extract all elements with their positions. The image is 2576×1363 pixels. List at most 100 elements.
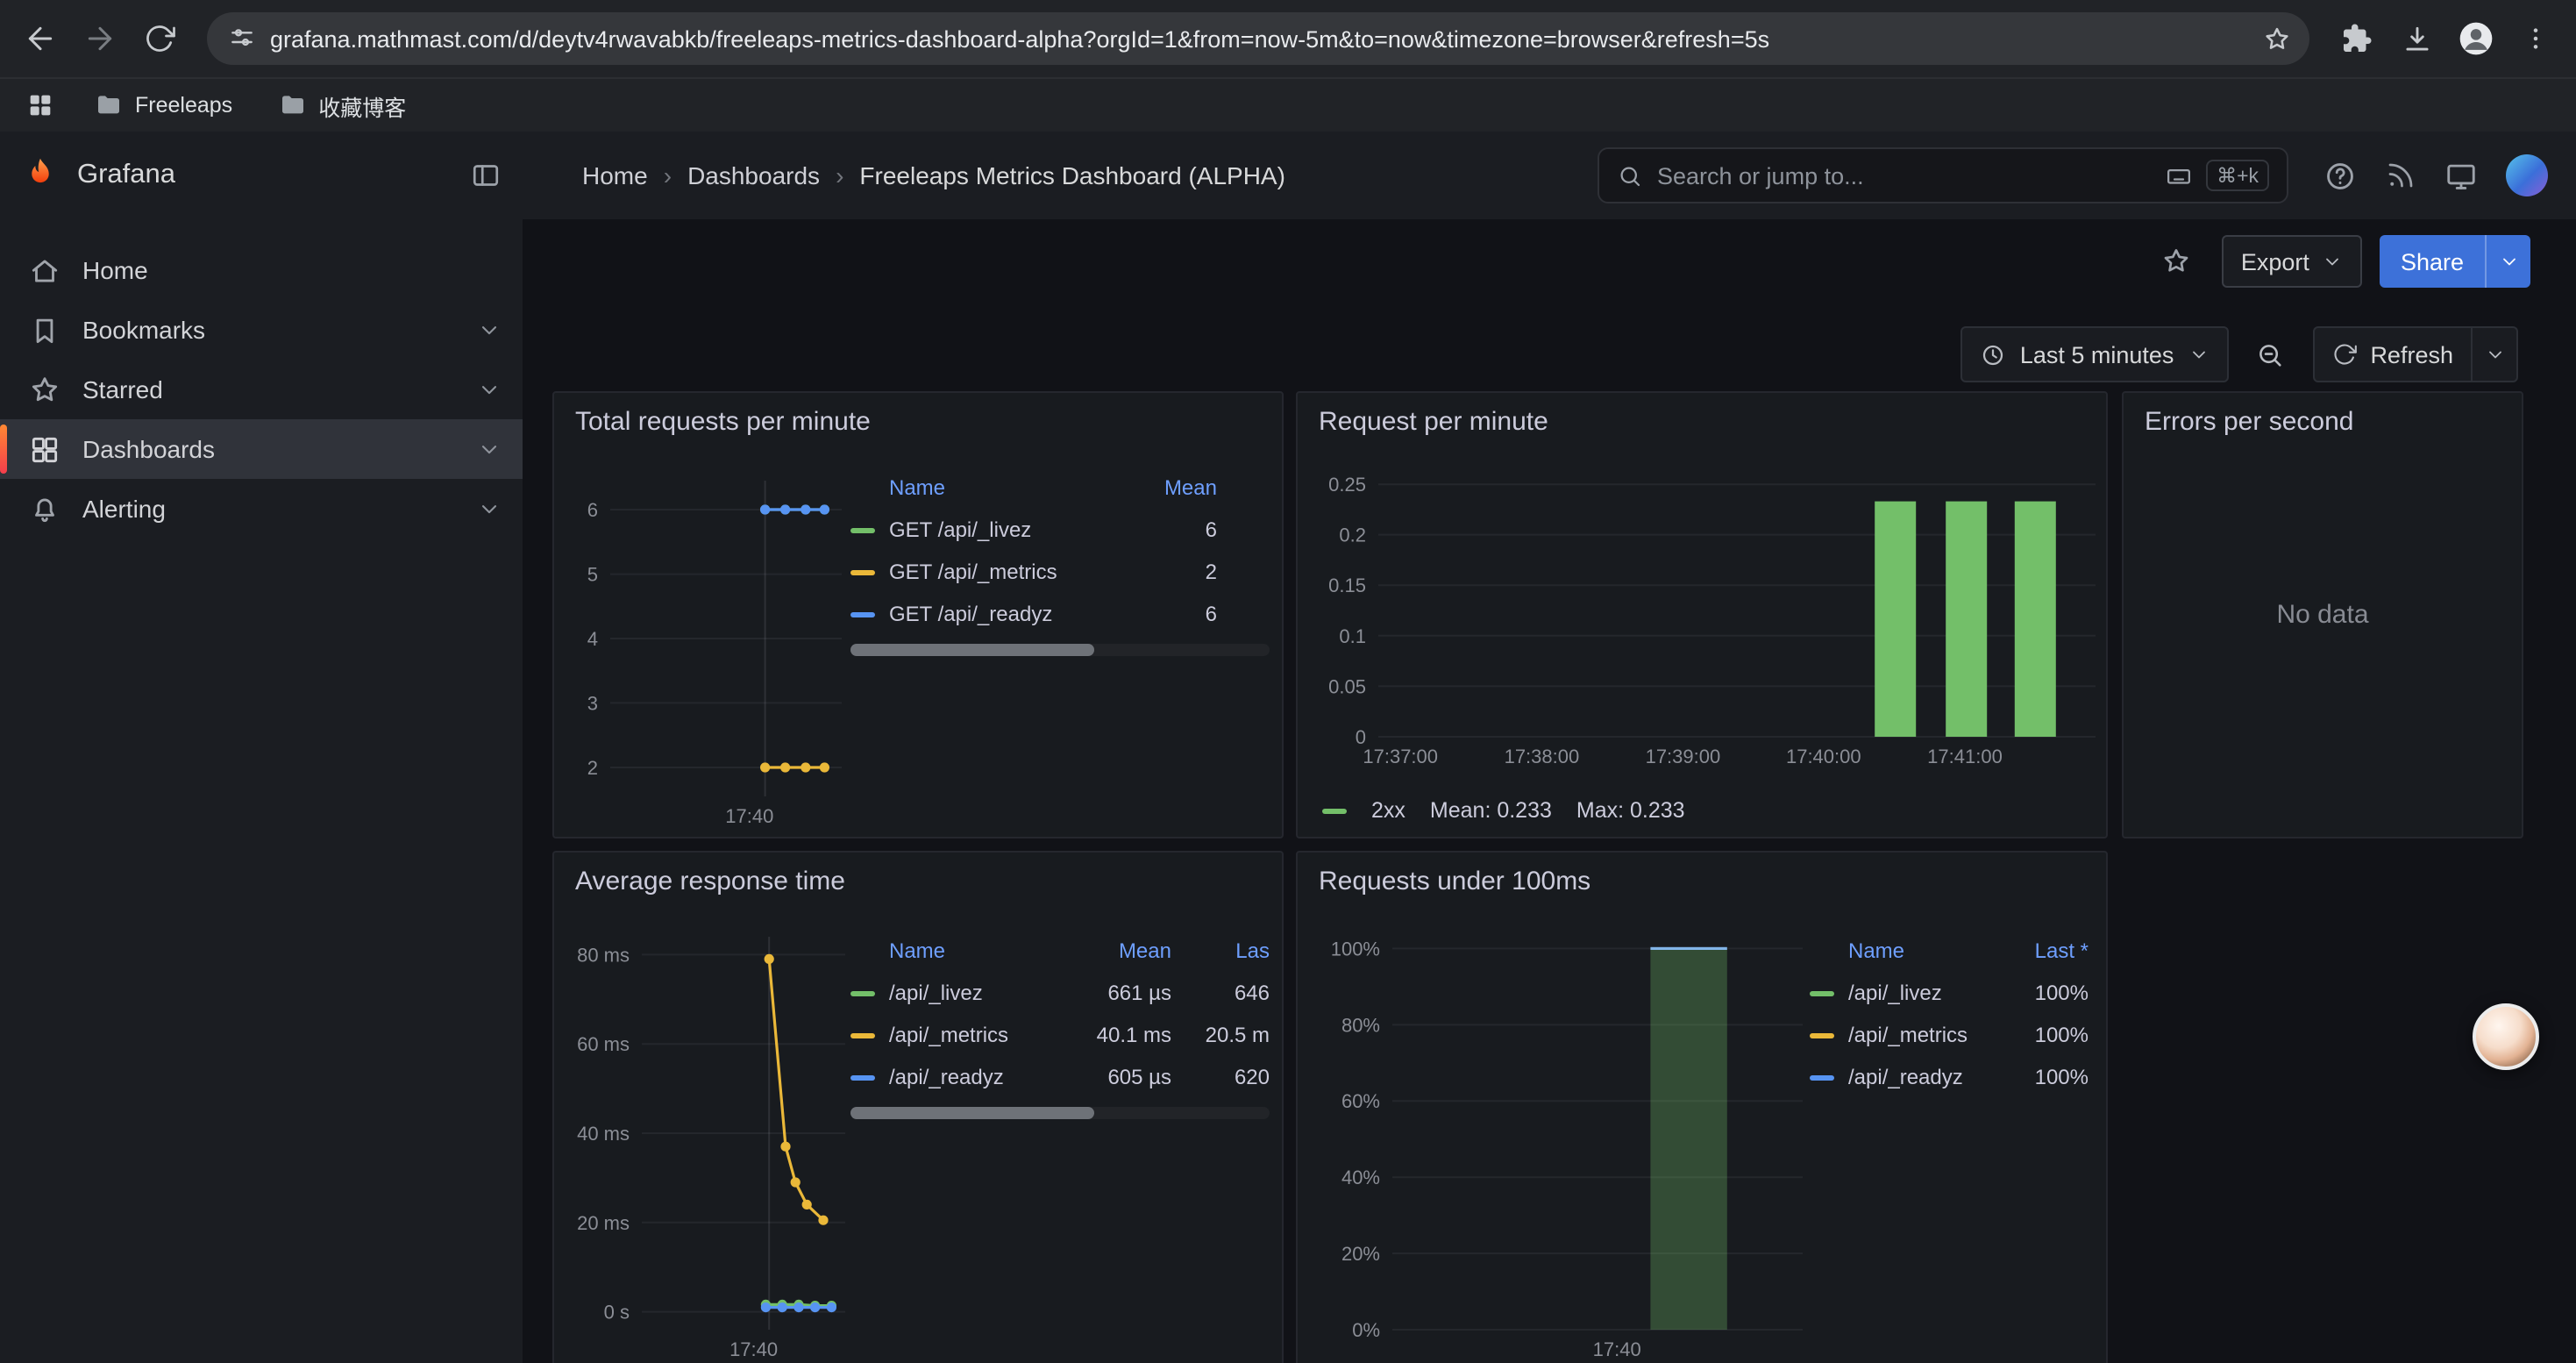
sidebar-item-home[interactable]: Home (0, 240, 523, 300)
requests-under-100ms-bar-chart[interactable]: 100%80%60%40%20%0%17:40 (1308, 919, 1806, 1363)
chevron-down-icon[interactable] (477, 437, 502, 461)
search-icon (1617, 162, 1643, 189)
url-input[interactable] (270, 25, 2239, 52)
panel-title[interactable]: Requests under 100ms (1319, 867, 1590, 896)
downloads-icon[interactable] (2390, 12, 2443, 65)
series-color-dash (850, 569, 875, 574)
chevron-down-icon[interactable] (477, 377, 502, 402)
panel-title[interactable]: Total requests per minute (575, 407, 871, 437)
svg-text:4: 4 (587, 628, 598, 650)
refresh-button[interactable]: Refresh (2314, 328, 2471, 381)
legend-row[interactable]: /api/_livez 661 µs 646 (850, 972, 1270, 1014)
browser-menu-kebab-icon[interactable] (2509, 12, 2562, 65)
search-input[interactable]: Search or jump to... ⌘+k (1598, 147, 2288, 203)
svg-text:17:41:00: 17:41:00 (1927, 746, 2003, 767)
favorite-star-icon[interactable] (2148, 233, 2204, 289)
scrollbar-thumb[interactable] (850, 1107, 1093, 1119)
legend-header-mean[interactable]: Mean (1133, 475, 1217, 500)
extensions-icon[interactable] (2330, 12, 2383, 65)
export-button[interactable]: Export (2222, 235, 2362, 288)
user-avatar[interactable] (2506, 154, 2548, 196)
legend-header-last[interactable]: Last * (1997, 938, 2089, 963)
brand-name: Grafana (77, 160, 175, 191)
legend-header-name[interactable]: Name (1848, 938, 1997, 963)
breadcrumb-home[interactable]: Home (582, 161, 648, 189)
svg-text:17:39:00: 17:39:00 (1646, 746, 1721, 767)
bookmark-folder-blogs[interactable]: 收藏博客 (264, 83, 420, 127)
legend-row[interactable]: GET /api/_livez 6 (850, 509, 1270, 551)
legend-table: Name Last * /api/_livez 100% /api/_metri… (1810, 930, 2089, 1098)
chevron-down-icon[interactable] (477, 318, 502, 342)
legend-row[interactable]: /api/_metrics 100% (1810, 1014, 2089, 1056)
legend-table: Name Mean Las /api/_livez 661 µs 646 /ap… (850, 930, 1270, 1119)
dashboard-actions: Export Share (2148, 230, 2530, 293)
grafana-brand: Grafana (21, 149, 512, 202)
breadcrumb-dashboards[interactable]: Dashboards (687, 161, 820, 189)
grafana-header: Grafana Home › Dashboards › Freeleaps Me… (0, 132, 2576, 219)
series-color-dash (1322, 808, 1347, 813)
address-bar[interactable] (207, 12, 2309, 65)
svg-text:17:40: 17:40 (729, 1338, 778, 1360)
bookmark-star-icon[interactable] (2253, 16, 2299, 61)
bookmark-folder-freeleaps[interactable]: Freeleaps (81, 86, 246, 125)
legend-header-name[interactable]: Name (889, 475, 1133, 500)
panel-title[interactable]: Errors per second (2145, 407, 2353, 437)
legend-hscrollbar[interactable] (850, 1107, 1270, 1119)
legend-header-last[interactable]: Las (1171, 938, 1270, 963)
sidebar-item-bookmarks[interactable]: Bookmarks (0, 300, 523, 360)
avg-response-time-line-chart[interactable]: 80 ms60 ms40 ms20 ms0 s17:40 (565, 919, 849, 1363)
sidebar-item-starred[interactable]: Starred (0, 360, 523, 419)
legend-row[interactable]: /api/_livez 100% (1810, 972, 2089, 1014)
assistant-avatar-widget[interactable] (2473, 1003, 2539, 1070)
chevron-down-icon (2498, 251, 2519, 272)
svg-text:20 ms: 20 ms (577, 1212, 630, 1234)
refresh-interval-chevron[interactable] (2471, 328, 2516, 381)
time-range-picker[interactable]: Last 5 minutes (1960, 326, 2229, 382)
legend-row[interactable]: /api/_metrics 40.1 ms 20.5 m (850, 1014, 1270, 1056)
time-controls: Last 5 minutes Refresh (1960, 326, 2518, 382)
browser-forward-button[interactable] (74, 12, 126, 65)
sidebar-item-dashboards[interactable]: Dashboards (0, 419, 523, 479)
site-settings-icon[interactable] (228, 25, 256, 53)
dashboards-grid-icon (28, 432, 61, 466)
legend-header-mean[interactable]: Mean (1066, 938, 1171, 963)
breadcrumb: Home › Dashboards › Freeleaps Metrics Da… (582, 161, 1285, 189)
grafana-sidebar: Home Bookmarks Starred Dashboards Alerti… (0, 219, 523, 1363)
sidebar-collapse-icon[interactable] (459, 149, 512, 202)
legend-table: Name Mean GET /api/_livez 6 GET /api/_me… (850, 467, 1270, 656)
help-icon[interactable] (2323, 159, 2357, 192)
zoom-out-time-icon[interactable] (2242, 326, 2298, 382)
breadcrumb-separator: › (664, 161, 672, 189)
no-data-message: No data (2124, 600, 2522, 630)
svg-text:0.05: 0.05 (1328, 675, 1366, 697)
legend-row[interactable]: GET /api/_readyz 6 (850, 593, 1270, 635)
request-per-minute-bar-chart[interactable]: 0.250.20.150.10.05017:37:0017:38:0017:39… (1308, 456, 2099, 772)
bookmark-icon (28, 313, 61, 346)
browser-reload-button[interactable] (133, 12, 186, 65)
legend-header-name[interactable]: Name (889, 938, 1066, 963)
apps-grid-icon[interactable] (18, 82, 63, 128)
legend-hscrollbar[interactable] (850, 644, 1270, 656)
panel-title[interactable]: Request per minute (1319, 407, 1548, 437)
legend-row[interactable]: /api/_readyz 100% (1810, 1056, 2089, 1098)
news-rss-icon[interactable] (2385, 160, 2416, 191)
legend-row[interactable]: /api/_readyz 605 µs 620 (850, 1056, 1270, 1098)
browser-profile-avatar[interactable] (2450, 12, 2502, 65)
grafana-logo[interactable] (21, 156, 60, 195)
scrollbar-thumb[interactable] (850, 644, 1093, 656)
legend-series-name[interactable]: 2xx (1371, 798, 1405, 823)
browser-toolbar (0, 0, 2576, 77)
share-button[interactable]: Share (2380, 235, 2485, 288)
chevron-down-icon[interactable] (477, 496, 502, 521)
chevron-down-icon (2188, 344, 2209, 365)
browser-back-button[interactable] (14, 12, 67, 65)
share-menu-chevron[interactable] (2485, 235, 2530, 288)
refresh-icon (2331, 342, 2356, 367)
panel-title[interactable]: Average response time (575, 867, 845, 896)
monitor-kiosk-icon[interactable] (2444, 159, 2478, 192)
svg-text:17:40: 17:40 (1593, 1338, 1641, 1360)
series-color-dash (850, 1074, 875, 1080)
sidebar-item-alerting[interactable]: Alerting (0, 479, 523, 539)
total-requests-line-chart[interactable]: 6543217:40 (565, 460, 845, 831)
legend-row[interactable]: GET /api/_metrics 2 (850, 551, 1270, 593)
